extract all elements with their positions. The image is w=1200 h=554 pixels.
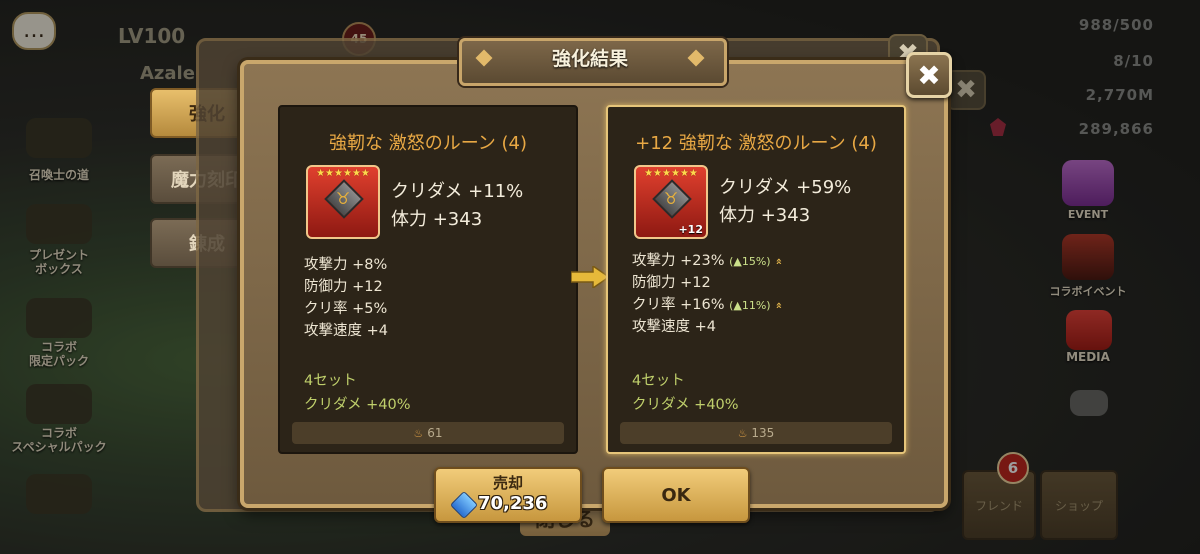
- set-label: 4セット: [632, 373, 685, 389]
- arrow-right-icon: [571, 266, 609, 288]
- dialog-title: 強化結果: [551, 48, 628, 70]
- sub-stat: 攻撃速度 +4: [632, 319, 716, 335]
- price-flame-icon: ♨: [413, 426, 424, 440]
- set-effect: クリダメ +40%: [304, 397, 411, 413]
- rune-stars: ★★★★★★: [316, 168, 370, 179]
- innate-stat: 体力 +343: [391, 209, 483, 230]
- price-flame-icon: ♨: [737, 426, 748, 440]
- sub-stat: 防御力 +12: [632, 275, 711, 291]
- rune-card-after: +12 強靭な 激怒のルーン (4) ★★★★★★ ♉ +12 クリダメ +59…: [606, 105, 906, 454]
- sub-stat: クリ率 +5%: [304, 301, 388, 317]
- innate-stat: 体力 +343: [719, 205, 811, 226]
- sub-stat-gain: (▲11%): [729, 299, 771, 312]
- sub-stat: 攻撃力 +8%: [304, 257, 388, 273]
- chevron-up-icon: »: [772, 257, 786, 266]
- rage-rune-glyph: ♉: [663, 189, 679, 208]
- rage-rune-glyph: ♉: [335, 189, 351, 208]
- rune-icon: ★★★★★★ ♉: [306, 165, 380, 239]
- rune-menu-close-icon[interactable]: ✖: [946, 70, 986, 110]
- rune-card-before: 強靭な 激怒のルーン (4) ★★★★★★ ♉ クリダメ +11% 体力 +34…: [278, 105, 578, 454]
- sell-button[interactable]: 売却 70,236: [434, 467, 582, 523]
- main-stat: クリダメ +11%: [391, 181, 524, 202]
- set-effect: クリダメ +40%: [632, 397, 739, 413]
- close-icon[interactable]: ✖: [906, 52, 952, 98]
- sell-label: 売却: [492, 474, 523, 492]
- rune-stars: ★★★★★★: [644, 168, 698, 179]
- ok-button[interactable]: OK: [602, 467, 750, 523]
- sub-stat: 防御力 +12: [304, 279, 383, 295]
- main-stat: クリダメ +59%: [719, 177, 852, 198]
- rune-name: 強靭な 激怒のルーン (4): [328, 133, 528, 154]
- rune-icon: ★★★★★★ ♉ +12: [634, 165, 708, 239]
- sub-stat: 攻撃速度 +4: [304, 323, 388, 339]
- sub-stat-gain: (▲15%): [729, 255, 771, 268]
- set-label: 4セット: [304, 373, 357, 389]
- rune-name: +12 強靭な 激怒のルーン (4): [635, 133, 877, 154]
- gem-icon: [449, 490, 479, 520]
- price-bar: ♨ 61: [292, 422, 564, 444]
- price-value: 61: [427, 426, 443, 440]
- sub-stat: 攻撃力 +23% (▲15%) »: [632, 253, 786, 269]
- price-bar: ♨ 135: [620, 422, 892, 444]
- sub-stat: クリ率 +16% (▲11%) »: [632, 297, 786, 313]
- price-value: 135: [751, 426, 775, 440]
- chevron-up-icon: »: [772, 301, 786, 310]
- sell-price: 70,236: [478, 493, 548, 514]
- rune-level: +12: [678, 223, 703, 236]
